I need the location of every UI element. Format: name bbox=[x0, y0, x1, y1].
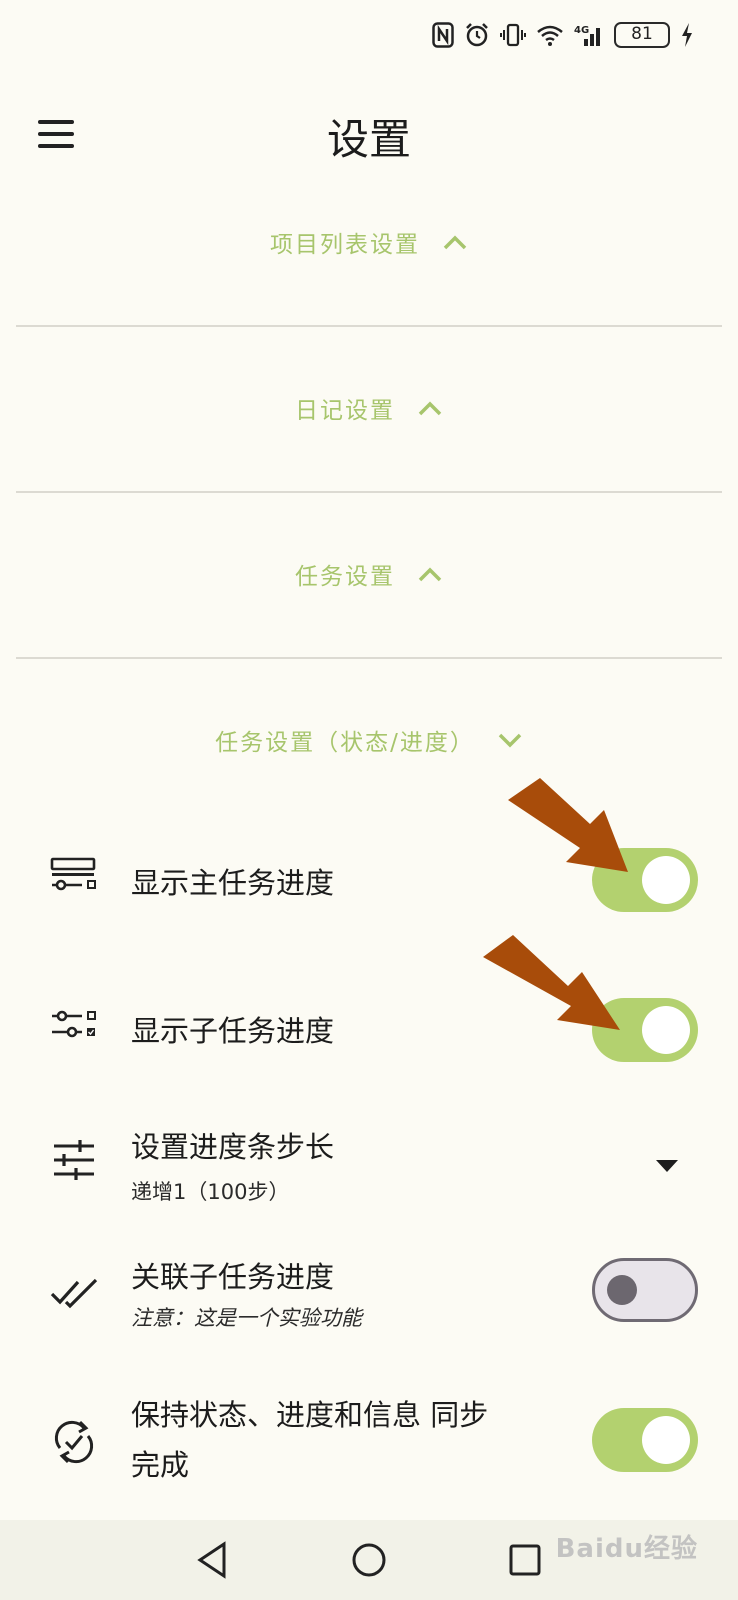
double-check-icon bbox=[50, 1276, 98, 1324]
setting-link-subtask-progress: 关联子任务进度 注意：这是一个实验功能 bbox=[0, 1250, 738, 1350]
sync-check-icon bbox=[50, 1418, 98, 1466]
watermark: Baidu经验 bbox=[555, 1534, 698, 1564]
setting-show-main-task-progress: 显示主任务进度 bbox=[0, 840, 738, 920]
divider bbox=[16, 657, 722, 659]
tune-icon bbox=[50, 1138, 98, 1186]
setting-title: 关联子任务进度 bbox=[131, 1260, 335, 1294]
status-icons: 4G 81 bbox=[432, 18, 694, 52]
setting-show-subtask-progress: 显示子任务进度 bbox=[0, 988, 738, 1068]
dropdown-arrow-icon[interactable] bbox=[656, 1160, 678, 1172]
show-main-task-progress-toggle[interactable] bbox=[592, 848, 698, 912]
wifi-icon bbox=[536, 23, 564, 47]
keep-sync-toggle[interactable] bbox=[592, 1408, 698, 1472]
setting-subtitle: 递增1（100步） bbox=[131, 1180, 290, 1204]
progress-list-icon bbox=[50, 856, 98, 904]
setting-title: 显示主任务进度 bbox=[131, 866, 335, 900]
setting-title: 保持状态、进度和信息 同步 bbox=[131, 1398, 489, 1432]
setting-title: 显示子任务进度 bbox=[131, 1014, 335, 1048]
chevron-up-icon bbox=[442, 233, 468, 251]
chevron-down-icon bbox=[497, 731, 523, 749]
toggle-knob bbox=[642, 1416, 690, 1464]
chevron-up-icon bbox=[417, 565, 443, 583]
signal-icon: 4G bbox=[574, 22, 604, 48]
section-label: 任务设置（状态/进度） bbox=[215, 730, 475, 756]
setting-title: 设置进度条步长 bbox=[131, 1130, 335, 1164]
vibrate-icon bbox=[500, 22, 526, 48]
section-label: 任务设置 bbox=[295, 564, 395, 590]
toggle-knob bbox=[642, 856, 690, 904]
setting-subtitle: 注意：这是一个实验功能 bbox=[131, 1306, 362, 1330]
status-bar: 4G 81 bbox=[0, 0, 738, 72]
divider bbox=[16, 491, 722, 493]
link-subtask-progress-toggle[interactable] bbox=[592, 1258, 698, 1322]
setting-title-line2: 完成 bbox=[131, 1448, 190, 1482]
home-icon[interactable] bbox=[347, 1538, 391, 1582]
recents-icon[interactable] bbox=[503, 1538, 547, 1582]
network-label: 4G bbox=[574, 25, 589, 36]
section-project-list-settings[interactable]: 项目列表设置 bbox=[0, 202, 738, 282]
page-title: 设置 bbox=[326, 115, 411, 164]
toggle-knob bbox=[642, 1006, 690, 1054]
setting-keep-sync: 保持状态、进度和信息 同步 完成 bbox=[0, 1390, 738, 1500]
subtask-sliders-icon bbox=[50, 1004, 98, 1052]
section-task-status-progress-settings[interactable]: 任务设置（状态/进度） bbox=[0, 700, 738, 780]
setting-progress-step[interactable]: 设置进度条步长 递增1（100步） bbox=[0, 1120, 738, 1220]
show-subtask-progress-toggle[interactable] bbox=[592, 998, 698, 1062]
toggle-knob bbox=[607, 1275, 637, 1305]
section-label: 项目列表设置 bbox=[270, 232, 420, 258]
app-bar: 设置 bbox=[0, 90, 738, 180]
chevron-up-icon bbox=[417, 399, 443, 417]
section-label: 日记设置 bbox=[295, 398, 395, 424]
battery-icon: 81 bbox=[614, 22, 670, 48]
alarm-icon bbox=[464, 22, 490, 48]
nfc-icon bbox=[432, 22, 454, 48]
back-icon[interactable] bbox=[192, 1538, 236, 1582]
divider bbox=[16, 325, 722, 327]
section-task-settings[interactable]: 任务设置 bbox=[0, 534, 738, 614]
battery-level: 81 bbox=[631, 24, 653, 44]
section-diary-settings[interactable]: 日记设置 bbox=[0, 368, 738, 448]
charging-icon bbox=[680, 22, 694, 48]
